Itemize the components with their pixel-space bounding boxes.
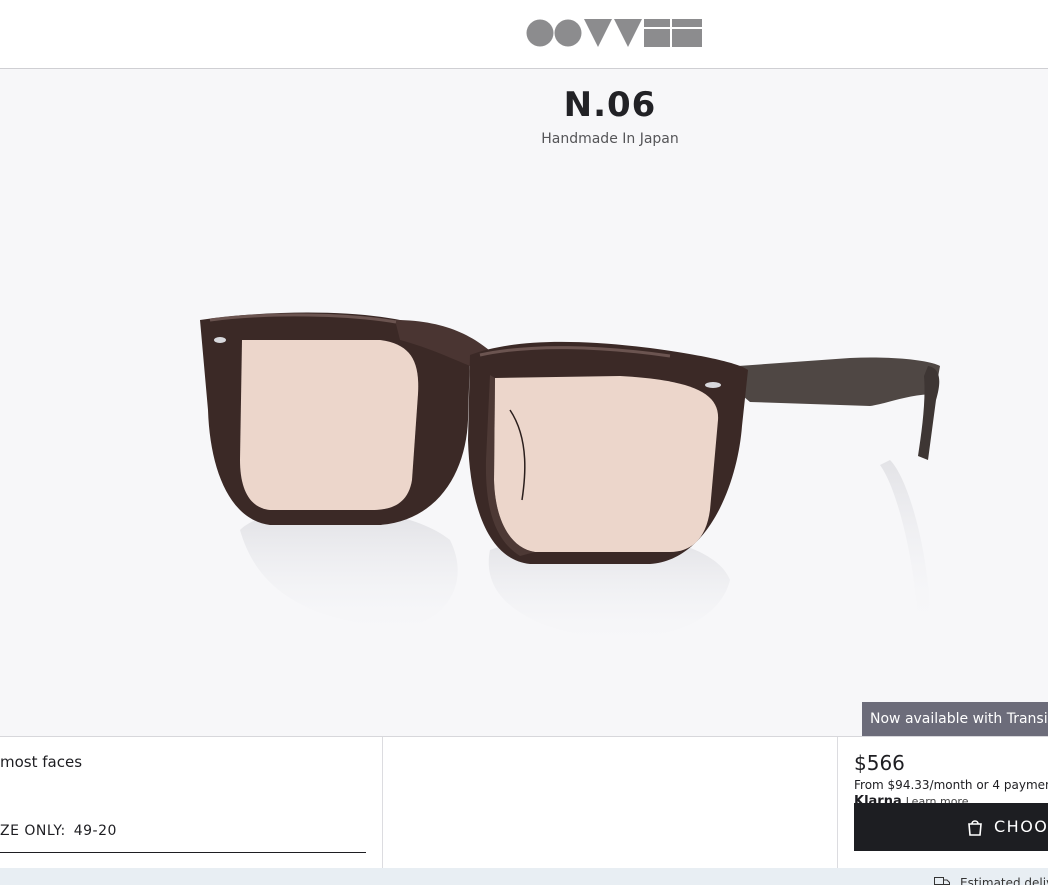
size-selector[interactable]: ZE ONLY: 49-20 (0, 823, 117, 839)
product-title-block: N.06 Handmade In Japan (0, 85, 1048, 147)
column-divider (837, 737, 838, 869)
brand-logo-icon[interactable] (526, 18, 702, 48)
product-price: $566 (854, 751, 905, 775)
site-header (0, 0, 1048, 69)
choose-button-label: CHOOSE (994, 817, 1048, 836)
size-underline (0, 852, 366, 853)
product-image (200, 312, 940, 640)
delivery-bar: Estimated delivery (0, 868, 1048, 885)
size-value: 49-20 (73, 823, 117, 839)
column-divider (382, 737, 383, 869)
product-name: N.06 (563, 85, 657, 125)
size-label: ZE ONLY: (0, 823, 66, 839)
estimated-delivery-text: Estimated delivery (960, 876, 1048, 885)
fit-description: most faces (0, 753, 83, 771)
choose-lenses-button[interactable]: CHOOSE (854, 803, 1048, 851)
shopping-bag-icon (968, 820, 982, 836)
product-subtitle: Handmade In Japan (541, 131, 679, 147)
truck-icon (934, 877, 950, 885)
product-details-panel: most faces ZE ONLY: 49-20 $566 From $94.3… (0, 736, 1048, 869)
promo-banner[interactable]: Now available with Transitions (862, 702, 1048, 736)
